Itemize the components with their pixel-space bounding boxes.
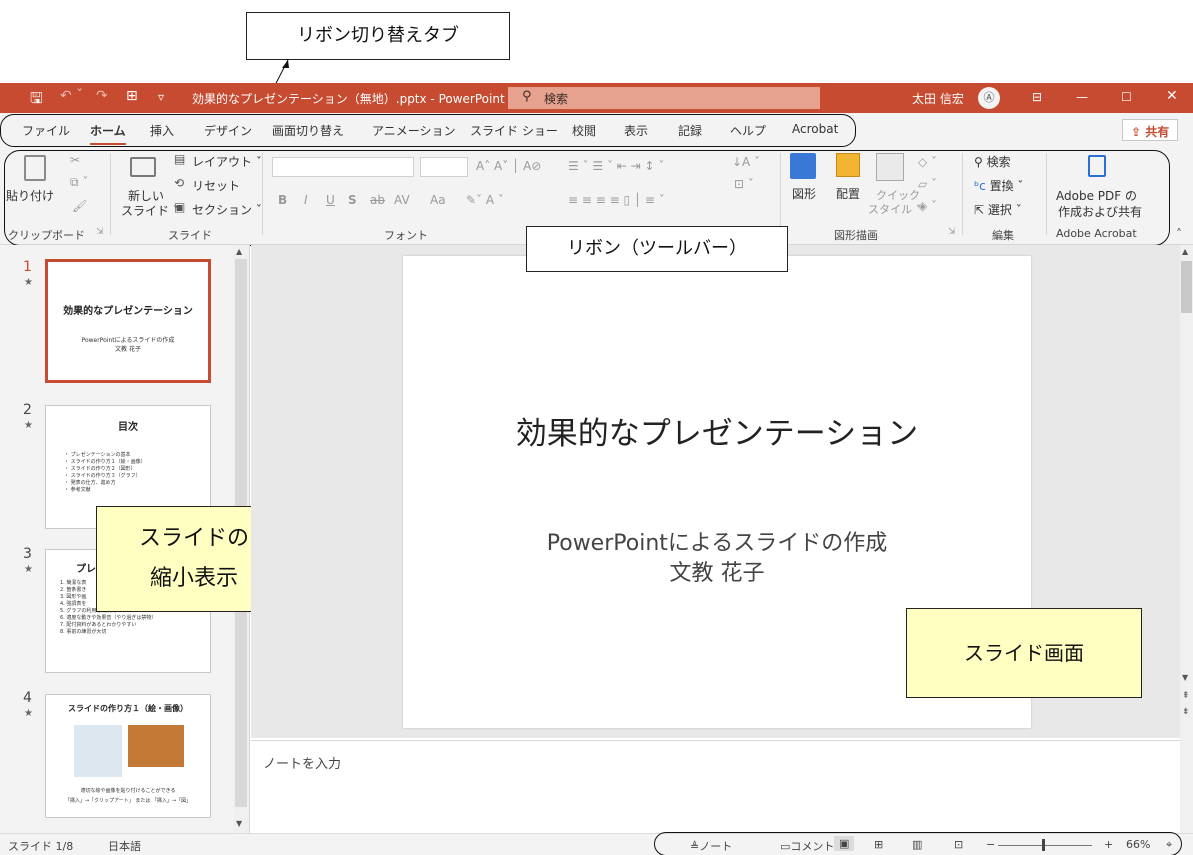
search-icon: ⚲ (522, 89, 532, 104)
thumbnail-slide-4[interactable]: スライドの作り方１（絵・画像） 適切な絵や画像を貼り付けることができる 「挿入」… (45, 694, 211, 818)
star-icon: ★ (24, 564, 33, 575)
minimize-icon[interactable]: — (1076, 90, 1088, 104)
collapse-ribbon-icon[interactable]: ˄ (1176, 227, 1182, 241)
star-icon: ★ (24, 277, 33, 288)
slide-number: 2 (23, 402, 32, 418)
undo-icon[interactable]: ↶ ˇ (60, 88, 83, 104)
thumbnail-slide-1[interactable]: 効果的なプレゼンテーション PowerPointによるスライドの作成 文教 花子 (45, 259, 211, 383)
avatar[interactable]: Ⓐ (978, 87, 1000, 109)
maximize-icon[interactable]: ☐ (1121, 90, 1132, 104)
ribbon-display-icon[interactable]: ⊟ (1032, 90, 1042, 104)
next-slide-icon[interactable]: ⇟ (1182, 707, 1190, 717)
star-icon: ★ (24, 708, 33, 719)
photo-image (128, 725, 184, 767)
share-button[interactable]: ⇪ 共有 (1122, 119, 1178, 141)
star-icon: ★ (24, 420, 33, 431)
slide-subtitle[interactable]: PowerPointによるスライドの作成 文教 花子 (403, 529, 1031, 589)
slide-number: 1 (23, 259, 32, 275)
slide-position: スライド 1/8 (8, 840, 74, 853)
slide-number: 3 (23, 546, 32, 562)
window-title: 効果的なプレゼンテーション（無地）.pptx - PowerPoint (192, 92, 505, 106)
language[interactable]: 日本語 (108, 838, 141, 854)
slide-number: 4 (23, 690, 32, 706)
notes-placeholder[interactable]: ノートを入力 (263, 753, 341, 772)
search-label: 検索 (544, 92, 569, 106)
callout-ring-status (654, 832, 1182, 855)
customize-qat-icon[interactable]: ▿ (158, 90, 164, 104)
callout-ring-tabs (0, 114, 856, 147)
user-name[interactable]: 太田 信宏 (912, 90, 964, 107)
save-icon[interactable]: 🖫 (30, 88, 43, 113)
slide-title[interactable]: 効果的なプレゼンテーション (403, 408, 1031, 453)
notes-pane[interactable]: ノートを入力 (251, 740, 1180, 833)
callout-slide-area: スライド画面 (906, 608, 1142, 698)
share-icon: ⇪ (1131, 125, 1146, 139)
prev-slide-icon[interactable]: ⇞ (1182, 691, 1190, 701)
search-box[interactable]: ⚲ 検索 (508, 87, 820, 109)
callout-ribbon: リボン（ツールバー） (526, 226, 788, 272)
editor-scrollbar[interactable]: ▲ ▼ ⇞ ⇟ (1180, 245, 1193, 833)
close-icon[interactable]: ✕ (1166, 88, 1178, 104)
title-bar: 🖫 ↶ ˇ ↷ ⊞ ▿ 効果的なプレゼンテーション（無地）.pptx - Pow… (0, 83, 1193, 113)
redo-icon[interactable]: ↷ (96, 88, 108, 104)
present-icon[interactable]: ⊞ (126, 88, 138, 104)
clipart-image (74, 725, 122, 777)
